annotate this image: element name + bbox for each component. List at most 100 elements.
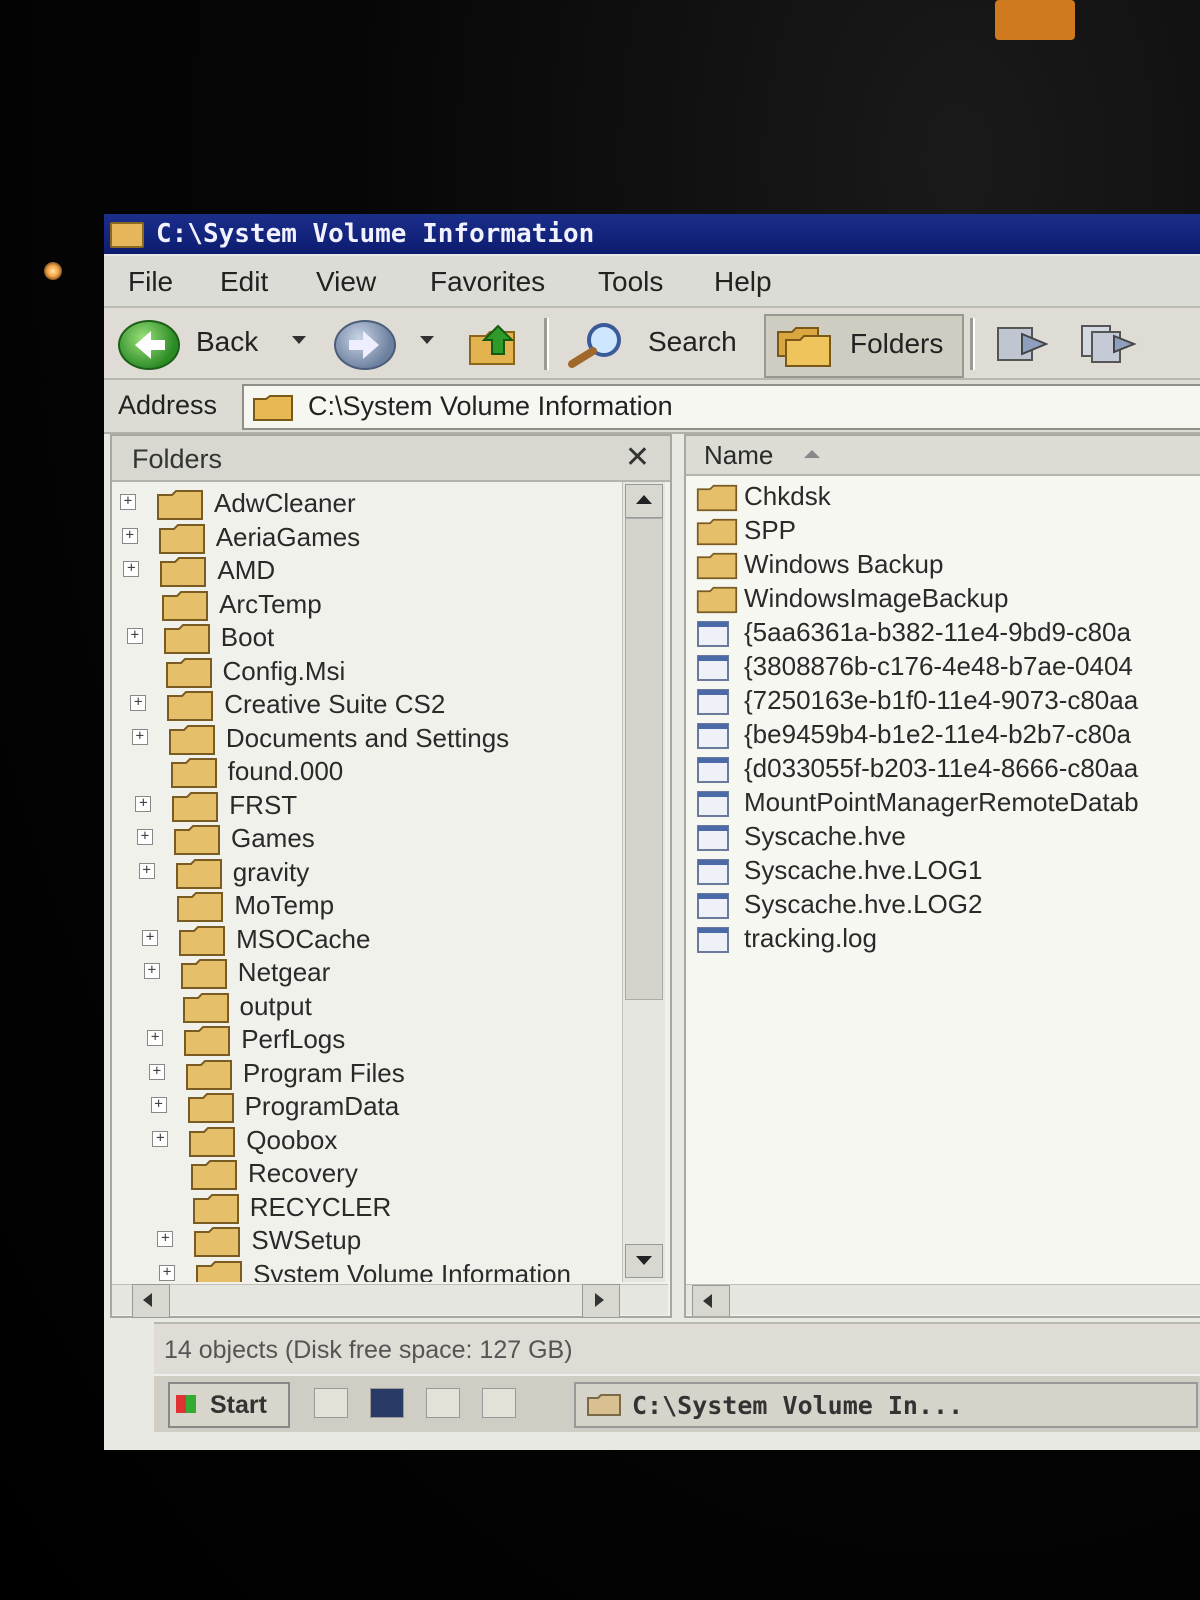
tree-item[interactable]: + Creative Suite CS2 xyxy=(130,687,610,721)
file-list-item[interactable]: {be9459b4-b1e2-11e4-b2b7-c80a xyxy=(696,718,1196,752)
file-list-item[interactable]: {7250163e-b1f0-11e4-9073-c80aa xyxy=(696,684,1196,718)
expand-plus-icon[interactable]: + xyxy=(148,1063,165,1080)
scroll-down-button[interactable] xyxy=(625,1244,663,1278)
menu-favorites[interactable]: Favorites xyxy=(430,266,545,298)
file-list-item[interactable]: Windows Backup xyxy=(696,548,1196,582)
close-icon[interactable]: ✕ xyxy=(625,440,650,475)
expand-plus-icon[interactable]: + xyxy=(131,728,148,745)
tree-item[interactable]: ArcTemp xyxy=(125,587,605,621)
expand-plus-icon[interactable]: + xyxy=(138,862,155,879)
expand-plus-icon[interactable]: + xyxy=(137,829,153,845)
expand-plus-icon[interactable]: + xyxy=(126,628,143,644)
file-icon xyxy=(697,927,729,953)
tree-item[interactable]: + Qoobox xyxy=(152,1123,620,1157)
files-horizontal-scrollbar[interactable] xyxy=(686,1284,1200,1316)
file-list-item[interactable]: Syscache.hve.LOG1 xyxy=(696,854,1196,888)
expand-plus-icon[interactable]: + xyxy=(152,1130,169,1147)
tree-item[interactable]: + Games xyxy=(137,821,617,855)
tree-item[interactable]: + AMD xyxy=(123,553,603,587)
expand-plus-icon[interactable]: + xyxy=(159,1264,176,1281)
expand-plus-icon[interactable]: + xyxy=(143,963,160,979)
expand-plus-icon[interactable]: + xyxy=(142,929,159,946)
expand-plus-icon[interactable]: + xyxy=(123,561,140,577)
tree-item[interactable]: + AdwCleaner xyxy=(120,486,600,520)
expand-plus-icon[interactable]: + xyxy=(150,1097,167,1113)
tree-item[interactable]: Config.Msi xyxy=(129,654,609,688)
tree-item[interactable]: + SWSetup xyxy=(157,1223,620,1257)
expand-plus-icon[interactable]: + xyxy=(147,1030,164,1046)
files-scroll-left-button[interactable] xyxy=(692,1285,730,1316)
file-list-item[interactable]: Chkdsk xyxy=(696,480,1196,514)
quicklaunch-media-icon[interactable] xyxy=(482,1388,516,1418)
back-arrow-icon[interactable] xyxy=(118,320,180,370)
folder-icon xyxy=(172,791,219,822)
tree-item-label: RECYCLER xyxy=(249,1191,392,1222)
quicklaunch-browser-icon[interactable] xyxy=(314,1388,348,1418)
search-button-label[interactable]: Search xyxy=(648,326,737,358)
move-to-icon[interactable] xyxy=(994,322,1054,366)
tree-item[interactable]: output xyxy=(146,989,621,1023)
vertical-scrollbar[interactable] xyxy=(622,482,665,1282)
expand-plus-icon[interactable]: + xyxy=(121,527,138,544)
tree-item[interactable]: + Program Files xyxy=(148,1056,620,1090)
scroll-thumb[interactable] xyxy=(625,518,663,1000)
expand-plus-icon[interactable]: + xyxy=(157,1231,174,1247)
tree-item[interactable]: + Boot xyxy=(126,620,607,654)
horizontal-scrollbar[interactable] xyxy=(112,1284,668,1318)
menu-tools[interactable]: Tools xyxy=(598,266,663,298)
title-bar[interactable]: C:\System Volume Information xyxy=(104,214,1200,254)
quicklaunch-folder-icon[interactable] xyxy=(426,1388,460,1418)
scroll-up-button[interactable] xyxy=(625,484,663,518)
file-list-item[interactable]: WindowsImageBackup xyxy=(696,582,1196,616)
menu-view[interactable]: View xyxy=(316,266,376,298)
tree-item[interactable]: MoTemp xyxy=(140,888,620,922)
start-button[interactable]: Start xyxy=(168,1382,290,1428)
tree-item[interactable]: found.000 xyxy=(134,754,614,788)
tree-item[interactable]: + Netgear xyxy=(143,955,620,989)
tree-item[interactable]: + System Volume Information xyxy=(159,1257,620,1282)
forward-arrow-icon[interactable] xyxy=(334,320,396,370)
file-list-item[interactable]: Syscache.hve xyxy=(696,820,1196,854)
name-column-header[interactable]: Name xyxy=(686,436,1200,476)
folder-icon xyxy=(187,1093,234,1123)
menu-help[interactable]: Help xyxy=(714,266,772,298)
file-list-item[interactable]: MountPointManagerRemoteDatab xyxy=(696,786,1196,820)
search-icon[interactable] xyxy=(566,320,630,368)
folders-icon xyxy=(777,327,831,367)
file-list-item[interactable]: Syscache.hve.LOG2 xyxy=(696,888,1196,922)
file-list-item[interactable]: tracking.log xyxy=(696,922,1196,956)
back-dropdown-icon[interactable] xyxy=(292,336,306,344)
file-list-item[interactable]: {3808876b-c176-4e48-b7ae-0404 xyxy=(696,650,1196,684)
tree-item[interactable]: Recovery xyxy=(154,1156,620,1190)
menu-file[interactable]: File xyxy=(128,266,173,298)
file-icon xyxy=(697,791,729,817)
expand-plus-icon[interactable]: + xyxy=(130,695,147,711)
quicklaunch-desktop-icon[interactable] xyxy=(370,1388,404,1418)
folders-button[interactable]: Folders xyxy=(764,314,964,378)
tree-item[interactable]: + Documents and Settings xyxy=(131,721,612,755)
address-input[interactable]: C:\System Volume Information xyxy=(242,384,1200,430)
tree-item[interactable]: + MSOCache xyxy=(142,922,620,956)
file-list-item[interactable]: {5aa6361a-b382-11e4-9bd9-c80a xyxy=(696,616,1196,650)
up-folder-icon[interactable] xyxy=(468,322,520,366)
expand-plus-icon[interactable]: + xyxy=(120,494,136,510)
scroll-right-button[interactable] xyxy=(582,1284,620,1318)
back-button-label[interactable]: Back xyxy=(196,326,258,358)
file-list-item[interactable]: {d033055f-b203-11e4-8666-c80aa xyxy=(696,752,1196,786)
tree-item[interactable]: + gravity xyxy=(138,855,619,889)
tree-item[interactable]: + FRST xyxy=(135,788,615,822)
tree-item[interactable]: + ProgramData xyxy=(150,1089,620,1123)
tree-item[interactable]: + PerfLogs xyxy=(147,1022,620,1056)
menu-edit[interactable]: Edit xyxy=(220,266,268,298)
forward-dropdown-icon[interactable] xyxy=(420,336,434,344)
tree-item[interactable]: RECYCLER xyxy=(156,1190,620,1224)
scroll-left-button[interactable] xyxy=(132,1284,170,1318)
tree-item[interactable]: + AeriaGames xyxy=(121,520,602,554)
copy-to-icon[interactable] xyxy=(1078,322,1138,366)
file-list-item[interactable]: SPP xyxy=(696,514,1196,548)
taskbar-window-button[interactable]: C:\System Volume In... xyxy=(574,1382,1198,1428)
tree-item-label: Config.Msi xyxy=(222,655,346,686)
expand-plus-icon[interactable]: + xyxy=(135,795,152,812)
folder-icon xyxy=(174,825,220,855)
files-pane: Name Chkdsk SPP Windows Backup WindowsImage… xyxy=(684,434,1200,1318)
